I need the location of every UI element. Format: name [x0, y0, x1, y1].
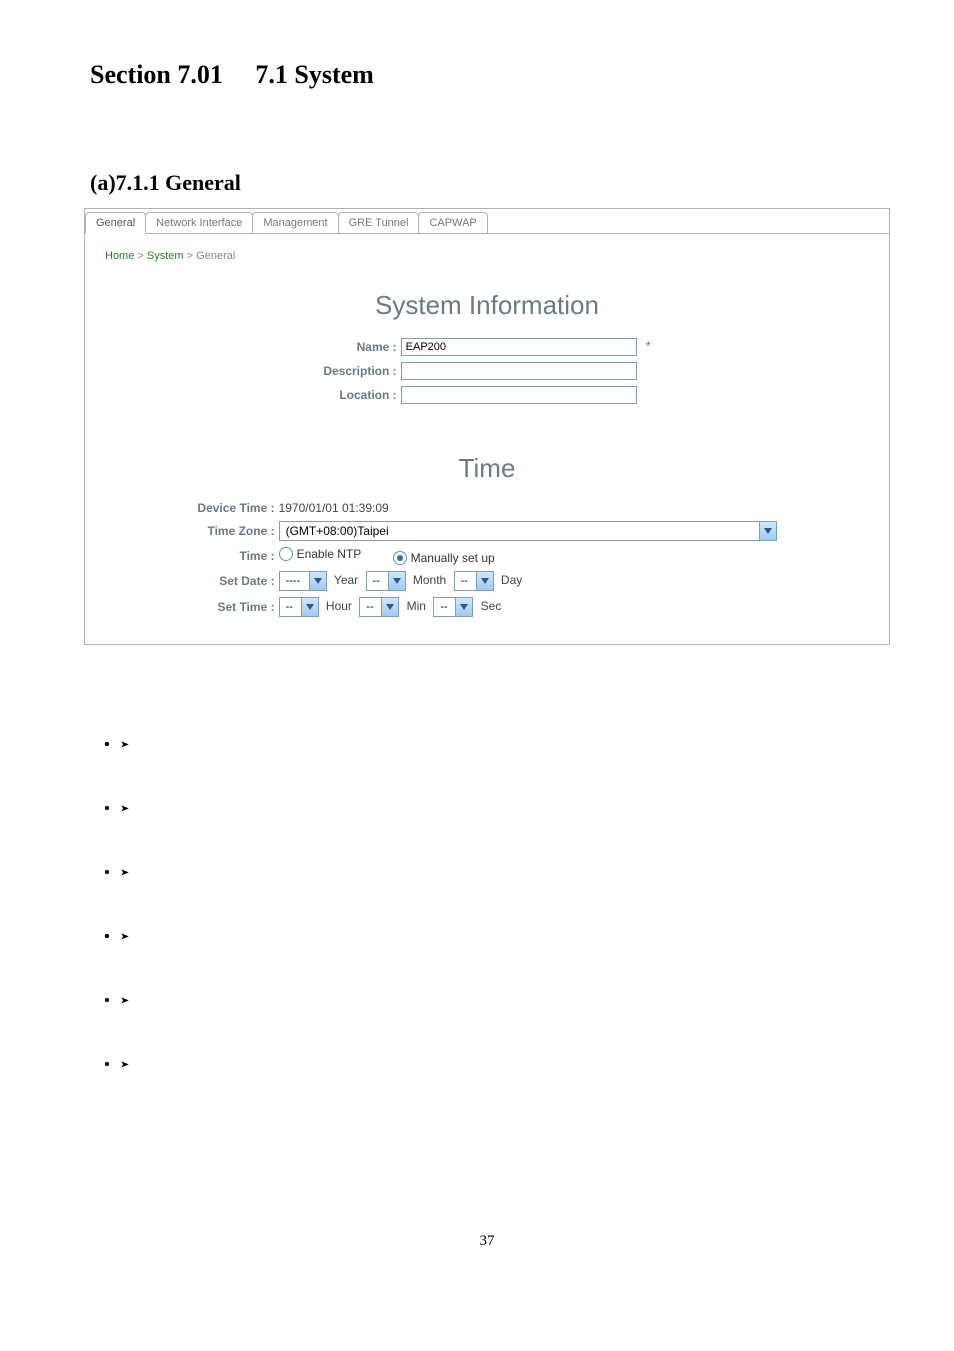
breadcrumb-current: General — [196, 250, 235, 262]
system-info-form: Name : * Description : Location : — [323, 335, 650, 407]
timezone-label: Time Zone : — [197, 518, 278, 544]
notes-list — [120, 735, 884, 1073]
month-text: Month — [413, 573, 446, 587]
tab-general[interactable]: General — [85, 212, 146, 234]
chevron-down-icon — [476, 572, 493, 590]
manual-setup-radio[interactable]: Manually set up — [393, 551, 495, 565]
description-label: Description : — [323, 359, 400, 383]
description-input[interactable] — [401, 362, 637, 380]
list-item — [120, 991, 884, 1009]
subsection-title: (a)7.1.1 General — [90, 170, 884, 196]
breadcrumb-home[interactable]: Home — [105, 250, 134, 262]
year-select[interactable]: ---- — [279, 571, 327, 591]
timezone-select[interactable]: (GMT+08:00)Taipei — [279, 521, 777, 541]
chevron-down-icon — [455, 598, 472, 616]
radio-checked-icon — [393, 551, 407, 565]
name-label: Name : — [323, 335, 400, 359]
device-time-value: 1970/01/01 01:39:09 — [279, 501, 389, 515]
tab-bar: General Network Interface Management GRE… — [85, 209, 889, 234]
month-select[interactable]: -- — [366, 571, 406, 591]
sec-text: Sec — [481, 599, 502, 613]
location-label: Location : — [323, 383, 400, 407]
list-item — [120, 927, 884, 1073]
tab-capwap[interactable]: CAPWAP — [418, 212, 487, 233]
list-item — [120, 863, 884, 881]
manual-setup-text: Manually set up — [411, 551, 495, 565]
system-information-heading: System Information — [105, 290, 869, 321]
min-select[interactable]: -- — [359, 597, 399, 617]
list-item — [120, 1055, 884, 1073]
time-form: Device Time : 1970/01/01 01:39:09 Time Z… — [197, 498, 776, 620]
year-text: Year — [334, 573, 358, 587]
chevron-down-icon — [388, 572, 405, 590]
min-select-value: -- — [360, 598, 381, 616]
time-mode-label: Time : — [197, 544, 278, 568]
sec-select[interactable]: -- — [433, 597, 473, 617]
set-time-label: Set Time : — [197, 594, 278, 620]
chevron-down-icon — [759, 522, 776, 540]
list-item — [120, 735, 884, 881]
tab-management[interactable]: Management — [252, 212, 338, 233]
chevron-down-icon — [309, 572, 326, 590]
list-item — [120, 799, 884, 817]
month-select-value: -- — [367, 572, 388, 590]
location-input[interactable] — [401, 386, 637, 404]
enable-ntp-radio[interactable]: Enable NTP — [279, 547, 362, 561]
hour-select-value: -- — [280, 598, 301, 616]
radio-unchecked-icon — [279, 547, 293, 561]
timezone-value: (GMT+08:00)Taipei — [280, 522, 759, 540]
section-title: Section 7.01 7.1 System — [90, 60, 884, 90]
required-marker: * — [646, 339, 651, 353]
breadcrumb-sep: > — [137, 250, 143, 262]
chevron-down-icon — [381, 598, 398, 616]
tab-network-interface[interactable]: Network Interface — [145, 212, 253, 233]
system-general-screenshot: General Network Interface Management GRE… — [84, 208, 890, 645]
breadcrumb-sep: > — [187, 250, 193, 262]
breadcrumb: Home > System > General — [105, 250, 869, 262]
hour-text: Hour — [326, 599, 352, 613]
set-date-label: Set Date : — [197, 568, 278, 594]
breadcrumb-system[interactable]: System — [147, 250, 184, 262]
name-input[interactable] — [401, 338, 637, 356]
day-select-value: -- — [455, 572, 476, 590]
enable-ntp-text: Enable NTP — [297, 547, 362, 561]
min-text: Min — [407, 599, 426, 613]
day-text: Day — [501, 573, 522, 587]
chevron-down-icon — [301, 598, 318, 616]
list-item — [120, 735, 884, 753]
list-item — [120, 927, 884, 945]
sec-select-value: -- — [434, 598, 455, 616]
tab-gre-tunnel[interactable]: GRE Tunnel — [338, 212, 420, 233]
hour-select[interactable]: -- — [279, 597, 319, 617]
time-heading: Time — [105, 453, 869, 484]
year-select-value: ---- — [280, 572, 309, 590]
device-time-label: Device Time : — [197, 498, 278, 518]
page-number: 37 — [90, 1233, 884, 1250]
day-select[interactable]: -- — [454, 571, 494, 591]
